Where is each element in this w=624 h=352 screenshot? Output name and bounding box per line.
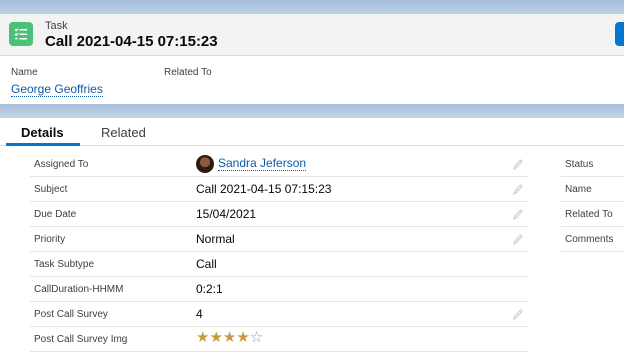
- field-value: 15/04/2021: [196, 207, 257, 221]
- header-action-button[interactable]: [615, 22, 624, 46]
- field-row-assigned-to: Assigned To Sandra Jeferson: [30, 152, 528, 177]
- tab-details[interactable]: Details: [21, 125, 64, 140]
- field-value: Call: [196, 257, 217, 271]
- star-rating: ★★★★☆: [196, 330, 263, 346]
- right-field-comments: Comments: [561, 227, 624, 252]
- field-row-post-call-survey: Post Call Survey 4: [30, 302, 528, 327]
- field-label: Subject: [34, 184, 68, 195]
- field-label: Post Call Survey: [34, 309, 108, 320]
- page-title: Call 2021-04-15 07:15:23: [45, 33, 218, 50]
- record-header: Task Call 2021-04-15 07:15:23: [0, 14, 624, 56]
- pencil-icon[interactable]: [513, 233, 523, 245]
- field-value: 0:2:1: [196, 282, 223, 296]
- decorative-band-top: [0, 0, 624, 14]
- pencil-icon[interactable]: [513, 208, 523, 220]
- star-filled-icon: ★: [196, 329, 210, 346]
- star-filled-icon: ★: [209, 329, 223, 346]
- assigned-to-link[interactable]: Sandra Jeferson: [218, 157, 307, 171]
- field-label: Status: [565, 159, 594, 170]
- avatar: [196, 155, 214, 173]
- field-row-priority: Priority Normal: [30, 227, 528, 252]
- field-label: Comments: [565, 234, 614, 245]
- pencil-icon[interactable]: [513, 183, 523, 195]
- field-label: Related To: [565, 209, 613, 220]
- name-link[interactable]: George Geoffries: [11, 82, 103, 97]
- tab-bar: Details Related: [0, 118, 624, 146]
- field-label: Task Subtype: [34, 259, 95, 270]
- field-label: Priority: [34, 234, 66, 245]
- record-body: Details Related Assigned To Sandra Jefer…: [0, 118, 624, 352]
- field-row-post-call-survey-img: Post Call Survey Img ★★★★☆: [30, 327, 528, 352]
- star-empty-icon: ☆: [249, 329, 264, 346]
- field-value: 4: [196, 307, 203, 321]
- task-checklist-icon: [9, 22, 33, 46]
- field-value: Normal: [196, 232, 235, 246]
- decorative-band-middle: [0, 104, 624, 118]
- highlights-panel: Name Related To George Geoffries: [0, 56, 624, 104]
- tab-related[interactable]: Related: [101, 125, 146, 140]
- field-row-task-subtype: Task Subtype Call: [30, 252, 528, 277]
- field-label: CallDuration-HHMM: [34, 284, 124, 295]
- pencil-icon[interactable]: [513, 158, 523, 170]
- related-to-field-label: Related To: [164, 67, 212, 78]
- field-value: Call 2021-04-15 07:15:23: [196, 182, 332, 196]
- active-tab-indicator: [6, 143, 80, 146]
- star-filled-icon: ★: [236, 329, 250, 346]
- field-row-call-duration: CallDuration-HHMM 0:2:1: [30, 277, 528, 302]
- field-label: Assigned To: [34, 159, 89, 170]
- right-field-status: Status: [561, 152, 624, 177]
- field-label: Post Call Survey Img: [34, 334, 128, 345]
- star-filled-icon: ★: [222, 329, 237, 346]
- field-label: Due Date: [34, 209, 77, 220]
- field-row-due-date: Due Date 15/04/2021: [30, 202, 528, 227]
- right-field-related-to: Related To: [561, 202, 624, 227]
- pencil-icon[interactable]: [513, 308, 523, 320]
- field-row-subject: Subject Call 2021-04-15 07:15:23: [30, 177, 528, 202]
- field-label: Name: [565, 184, 592, 195]
- record-type-label: Task: [45, 20, 68, 32]
- right-field-name: Name: [561, 177, 624, 202]
- name-field-label: Name: [11, 67, 38, 78]
